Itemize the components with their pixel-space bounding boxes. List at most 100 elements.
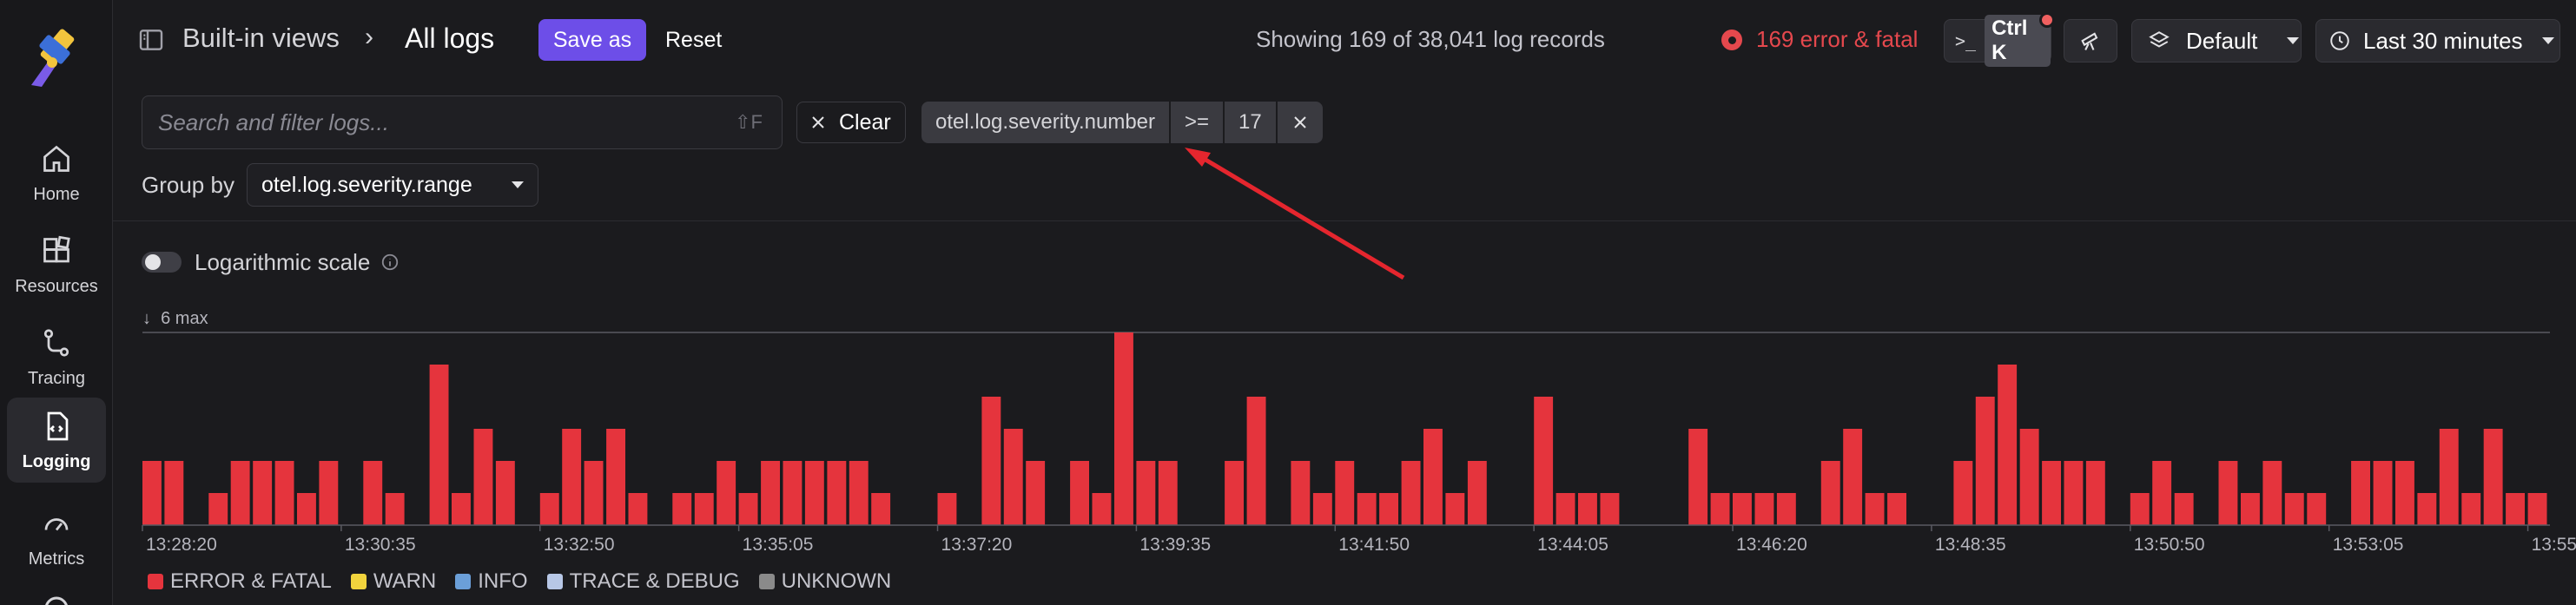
chart-bar[interactable] xyxy=(473,429,493,525)
chart-bar[interactable] xyxy=(164,461,184,525)
chart-bar[interactable] xyxy=(495,461,515,525)
chart-bar[interactable] xyxy=(385,493,405,525)
chart-bar[interactable] xyxy=(1754,493,1774,525)
chart-bar[interactable] xyxy=(1379,493,1398,525)
chart-bar[interactable] xyxy=(230,461,250,525)
chart-bar[interactable] xyxy=(562,429,582,525)
chart-bar[interactable] xyxy=(1357,493,1377,525)
chart-bar[interactable] xyxy=(2152,461,2172,525)
chart-bar[interactable] xyxy=(1026,461,1046,525)
log-histogram-chart[interactable]: 13:28:20 13:30:35 13:32:50 13:35:05 13:37:20… xyxy=(0,0,2576,605)
chart-bar[interactable] xyxy=(253,461,273,525)
legend-label: INFO xyxy=(478,569,528,593)
chart-bar[interactable] xyxy=(1710,493,1730,525)
chart-bar[interactable] xyxy=(1998,365,2018,525)
chart-bar[interactable] xyxy=(2417,493,2437,525)
x-tick-label: 13:46:20 xyxy=(1736,535,1807,555)
chart-bar[interactable] xyxy=(1556,493,1575,525)
chart-bar[interactable] xyxy=(1003,429,1023,525)
chart-bar[interactable] xyxy=(1401,461,1421,525)
chart-bar[interactable] xyxy=(738,493,758,525)
chart-bar[interactable] xyxy=(2174,493,2194,525)
chart-bar[interactable] xyxy=(606,429,625,525)
chart-bar[interactable] xyxy=(1092,493,1112,525)
chart-bar[interactable] xyxy=(274,461,294,525)
chart-bar[interactable] xyxy=(142,461,162,525)
chart-bar[interactable] xyxy=(1776,493,1796,525)
x-tick-label: 13:28:20 xyxy=(146,535,217,555)
chart-bar[interactable] xyxy=(1312,493,1332,525)
chart-bar[interactable] xyxy=(208,493,228,525)
chart-bar[interactable] xyxy=(761,461,780,525)
chart-bar[interactable] xyxy=(1578,493,1597,525)
chart-bar[interactable] xyxy=(2307,493,2327,525)
chart-bar[interactable] xyxy=(981,397,1001,525)
chart-bar[interactable] xyxy=(849,461,869,525)
chart-bar[interactable] xyxy=(2085,461,2105,525)
chart-bar[interactable] xyxy=(1467,461,1487,525)
legend-item[interactable]: ERROR & FATAL xyxy=(148,569,332,594)
chart-bar[interactable] xyxy=(2395,461,2414,525)
chart-bar[interactable] xyxy=(2042,461,2061,525)
chart-bar[interactable] xyxy=(1246,397,1266,525)
chart-bar[interactable] xyxy=(2019,429,2039,525)
chart-bar[interactable] xyxy=(1225,461,1244,525)
chart-bar[interactable] xyxy=(2262,461,2282,525)
chart-bar[interactable] xyxy=(429,365,449,525)
chart-bar[interactable] xyxy=(452,493,471,525)
chart-bar[interactable] xyxy=(2218,461,2238,525)
chart-bar[interactable] xyxy=(2506,493,2525,525)
chart-bar[interactable] xyxy=(363,461,383,525)
chart-bar[interactable] xyxy=(2130,493,2150,525)
chart-bar[interactable] xyxy=(2461,493,2481,525)
x-tick-label: 13:37:20 xyxy=(941,535,1013,555)
chart-bar[interactable] xyxy=(2351,461,2370,525)
chart-bar[interactable] xyxy=(717,461,736,525)
chart-bar[interactable] xyxy=(672,493,692,525)
chart-bar[interactable] xyxy=(2527,493,2547,525)
legend-item[interactable]: UNKNOWN xyxy=(758,569,891,594)
chart-bar[interactable] xyxy=(1335,461,1355,525)
x-tick-label: 13:39:35 xyxy=(1139,535,1211,555)
chart-bar[interactable] xyxy=(1445,493,1465,525)
chart-bar[interactable] xyxy=(871,493,891,525)
legend-item[interactable]: TRACE & DEBUG xyxy=(546,569,740,594)
chart-bar[interactable] xyxy=(1136,461,1156,525)
chart-bar[interactable] xyxy=(937,493,957,525)
chart-bar[interactable] xyxy=(1688,429,1708,525)
chart-bar[interactable] xyxy=(1600,493,1620,525)
chart-bar[interactable] xyxy=(1291,461,1311,525)
chart-bar[interactable] xyxy=(1820,461,1840,525)
chart-bar[interactable] xyxy=(1158,461,1178,525)
chart-bar[interactable] xyxy=(1953,461,1973,525)
chart-bar[interactable] xyxy=(2284,493,2304,525)
chart-bar[interactable] xyxy=(1534,397,1554,525)
chart-bar[interactable] xyxy=(1070,461,1089,525)
chart-bar[interactable] xyxy=(2439,429,2459,525)
chart-bar[interactable] xyxy=(319,461,339,525)
chart-bar[interactable] xyxy=(1423,429,1443,525)
chart-bar[interactable] xyxy=(1865,493,1885,525)
chart-bar[interactable] xyxy=(2064,461,2084,525)
chart-bar[interactable] xyxy=(1975,397,1995,525)
chart-bar[interactable] xyxy=(539,493,559,525)
chart-legend: ERROR & FATAL WARN INFO TRACE & DEBUG UNKNOW… xyxy=(148,569,891,594)
chart-bar[interactable] xyxy=(2241,493,2260,525)
chart-bar[interactable] xyxy=(804,461,824,525)
chart-bar[interactable] xyxy=(783,461,803,525)
chart-bar[interactable] xyxy=(1114,332,1133,525)
chart-bar[interactable] xyxy=(1843,429,1863,525)
chart-bar[interactable] xyxy=(694,493,714,525)
chart-bar[interactable] xyxy=(628,493,648,525)
chart-bar[interactable] xyxy=(297,493,316,525)
chart-bar[interactable] xyxy=(2373,461,2393,525)
chart-bar[interactable] xyxy=(584,461,604,525)
legend-label: WARN xyxy=(373,569,437,593)
chart-bar[interactable] xyxy=(2483,429,2503,525)
legend-item[interactable]: INFO xyxy=(455,569,528,594)
x-tick-label: 13:41:50 xyxy=(1338,535,1410,555)
legend-item[interactable]: WARN xyxy=(350,569,437,594)
chart-bar[interactable] xyxy=(827,461,847,525)
chart-bar[interactable] xyxy=(1887,493,1906,525)
chart-bar[interactable] xyxy=(1733,493,1752,525)
